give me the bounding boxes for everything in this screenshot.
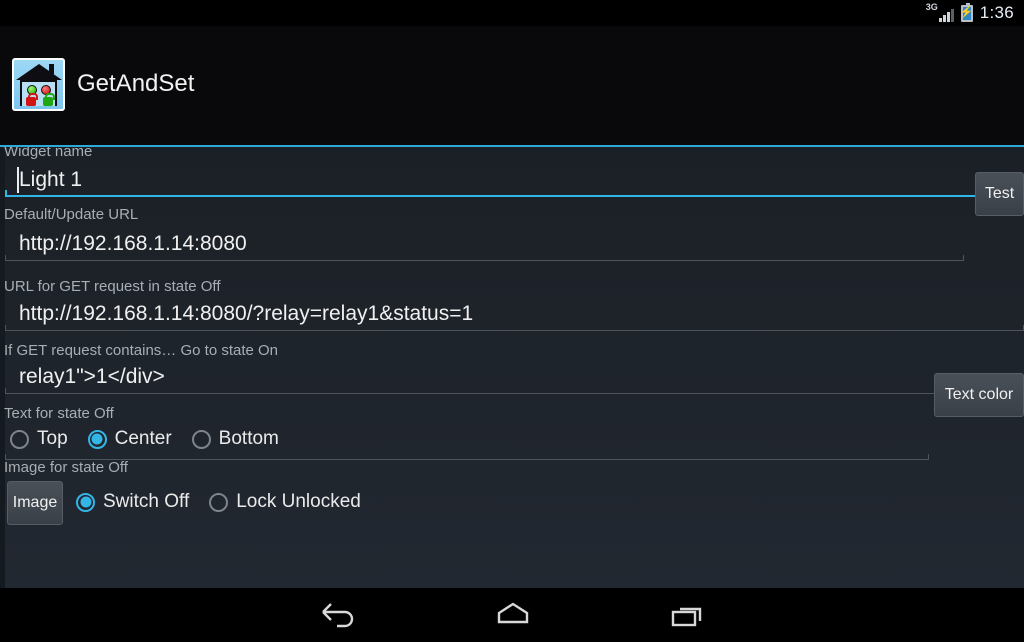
widget-name-underline — [5, 190, 1024, 197]
icon-walls — [20, 80, 57, 106]
radio-option-center[interactable]: Center — [87, 428, 172, 450]
android-screen: 3G ⚡ 1:36 GetAndSet Widget name Light 1 … — [0, 0, 1024, 642]
test-button[interactable]: Test — [975, 172, 1024, 216]
icon-green-lock — [43, 93, 55, 106]
widget-name-input[interactable]: Light 1 — [5, 165, 1024, 197]
status-bar-right: 3G ⚡ 1:36 — [925, 2, 1014, 23]
settings-form: Widget name Light 1 Default/Update URL h… — [0, 147, 1024, 588]
status-clock: 1:36 — [979, 3, 1014, 22]
signal-bars-glyph — [938, 9, 954, 22]
default-url-input[interactable]: http://192.168.1.14:8080 — [5, 229, 964, 261]
radio-option-top[interactable]: Top — [10, 428, 68, 450]
signal-bars-icon: 3G — [925, 2, 954, 22]
radio-option-switch-off[interactable]: Switch Off — [76, 491, 189, 513]
radio-center-label: Center — [114, 428, 172, 449]
contains-on-label: If GET request contains… Go to state On — [4, 342, 279, 359]
contains-on-input[interactable]: relay1">1</div> — [5, 362, 1024, 394]
radio-top-label: Top — [37, 428, 68, 449]
radio-switch-off-icon[interactable] — [76, 492, 95, 512]
house-app-icon — [12, 58, 65, 111]
contains-on-value: relay1">1</div> — [19, 365, 165, 388]
contains-on-underline — [5, 388, 1024, 394]
home-icon[interactable] — [458, 588, 568, 642]
default-url-value: http://192.168.1.14:8080 — [19, 232, 247, 255]
icon-roof — [15, 64, 62, 80]
radio-lock-unlocked-icon[interactable] — [209, 492, 229, 512]
get-url-off-label: URL for GET request in state Off — [4, 278, 221, 295]
battery-charging-icon: ⚡ — [959, 2, 974, 22]
text-color-button[interactable]: Text color — [934, 373, 1024, 417]
text-position-radio-group: Top Center Bottom — [10, 428, 299, 450]
radio-switch-off-label: Switch Off — [103, 491, 190, 512]
app-title: GetAndSet — [77, 70, 195, 97]
radio-option-lock-unlocked[interactable]: Lock Unlocked — [209, 491, 361, 513]
image-state-off-label: Image for state Off — [4, 459, 128, 476]
widget-name-label: Widget name — [4, 147, 93, 160]
app-title-bar: GetAndSet — [0, 26, 1024, 147]
get-url-off-underline — [5, 325, 1024, 331]
status-bar: 3G ⚡ 1:36 — [0, 0, 1024, 26]
get-url-off-value: http://192.168.1.14:8080/?relay=relay1&s… — [19, 302, 474, 325]
get-url-off-input[interactable]: http://192.168.1.14:8080/?relay=relay1&s… — [5, 299, 1024, 331]
text-caret — [17, 167, 19, 193]
default-url-label: Default/Update URL — [4, 206, 139, 223]
system-navigation-bar — [0, 588, 1024, 642]
battery-bolt-glyph: ⚡ — [959, 6, 974, 19]
text-state-off-underline — [5, 454, 929, 460]
back-icon[interactable] — [285, 588, 395, 642]
icon-red-lock — [26, 93, 38, 106]
image-state-radio-group: Switch Off Lock Unlocked — [76, 491, 381, 513]
network-type-label: 3G — [925, 2, 938, 12]
radio-center-icon[interactable] — [87, 429, 107, 449]
radio-bottom-label: Bottom — [218, 428, 279, 449]
radio-bottom-icon[interactable] — [191, 429, 211, 449]
radio-lock-unlocked-label: Lock Unlocked — [236, 491, 361, 512]
image-button[interactable]: Image — [7, 481, 63, 525]
widget-name-value: Light 1 — [19, 168, 83, 191]
default-url-underline — [5, 255, 964, 261]
radio-top-icon[interactable] — [10, 429, 29, 449]
radio-option-bottom[interactable]: Bottom — [191, 428, 279, 450]
recent-apps-icon[interactable] — [633, 588, 743, 642]
text-state-off-label: Text for state Off — [4, 405, 114, 422]
app-icon-artwork — [14, 60, 63, 109]
